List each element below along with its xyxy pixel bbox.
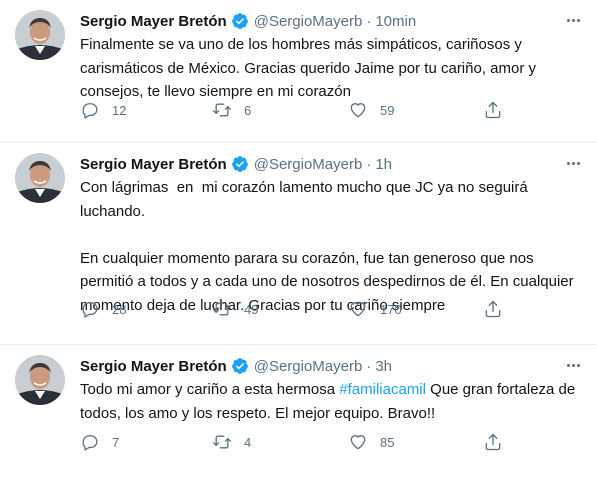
more-icon[interactable] (563, 12, 583, 28)
separator-dot: · (366, 12, 372, 30)
more-icon[interactable] (563, 357, 583, 373)
reply-button[interactable]: 7 (80, 432, 119, 452)
share-icon (485, 101, 501, 119)
share-icon (485, 300, 501, 318)
author-handle[interactable]: @SergioMayerb (254, 156, 363, 173)
reply-button[interactable]: 12 (80, 100, 126, 120)
reply-icon (82, 103, 98, 119)
heart-icon (350, 302, 366, 317)
tweet-text-part: Todo mi amor y cariño a esta hermosa (80, 381, 340, 398)
like-count: 59 (380, 102, 395, 118)
timestamp[interactable]: 10min (375, 13, 416, 30)
tweet-text: Con lágrimas en mi corazón lamento mucho… (80, 179, 574, 314)
tweet-feed: Sergio Mayer Bretón @SergioMayerb · 10mi… (0, 0, 597, 478)
retweet-button[interactable]: 6 (212, 100, 251, 120)
like-count: 85 (380, 434, 395, 450)
retweet-icon (213, 302, 231, 316)
tweet-header: Sergio Mayer Bretón @SergioMayerb · 3h (80, 355, 585, 377)
reply-button[interactable]: 28 (80, 299, 126, 319)
share-icon (485, 433, 501, 451)
tweet-text: Todo mi amor y cariño a esta hermosa #fa… (80, 378, 585, 425)
like-button[interactable]: 85 (348, 432, 394, 452)
hashtag-link[interactable]: #familiacamil (339, 381, 426, 398)
timestamp[interactable]: 1h (375, 156, 392, 173)
author-handle[interactable]: @SergioMayerb (254, 13, 363, 30)
author-name[interactable]: Sergio Mayer Bretón (80, 13, 227, 30)
like-count: 170 (380, 301, 402, 317)
retweet-icon (213, 435, 231, 449)
verified-badge-icon (231, 13, 248, 29)
share-button[interactable] (483, 299, 503, 319)
verified-badge-icon (231, 358, 248, 374)
separator-dot: · (366, 357, 372, 375)
retweet-button[interactable]: 4 (212, 432, 251, 452)
tweet[interactable]: Sergio Mayer Bretón @SergioMayerb · 1h C… (0, 143, 597, 345)
reply-count: 7 (112, 434, 120, 450)
reply-icon (82, 302, 98, 318)
retweet-icon (213, 103, 231, 117)
retweet-count: 6 (244, 102, 252, 118)
avatar[interactable] (15, 355, 65, 405)
like-button[interactable]: 59 (348, 100, 394, 120)
heart-icon (350, 103, 366, 118)
share-button[interactable] (483, 432, 503, 452)
avatar[interactable] (15, 10, 65, 60)
more-icon[interactable] (563, 155, 583, 171)
retweet-count: 4 (244, 434, 252, 450)
author-handle[interactable]: @SergioMayerb (254, 358, 363, 375)
avatar[interactable] (15, 153, 65, 203)
heart-icon (350, 435, 366, 450)
tweet[interactable]: Sergio Mayer Bretón @SergioMayerb · 3h T… (0, 345, 597, 478)
reply-icon (82, 435, 98, 451)
verified-badge-icon (231, 156, 248, 172)
retweet-count: 49 (244, 301, 259, 317)
timestamp[interactable]: 3h (375, 358, 392, 375)
tweet-text: Finalmente se va uno de los hombres más … (80, 36, 541, 100)
retweet-button[interactable]: 49 (212, 299, 258, 319)
reply-count: 28 (112, 301, 127, 317)
tweet[interactable]: Sergio Mayer Bretón @SergioMayerb · 10mi… (0, 0, 597, 143)
tweet-header: Sergio Mayer Bretón @SergioMayerb · 1h (80, 153, 585, 175)
author-name[interactable]: Sergio Mayer Bretón (80, 156, 227, 173)
separator-dot: · (366, 155, 372, 173)
share-button[interactable] (483, 100, 503, 120)
like-button[interactable]: 170 (348, 299, 402, 319)
author-name[interactable]: Sergio Mayer Bretón (80, 358, 227, 375)
reply-count: 12 (112, 102, 127, 118)
tweet-header: Sergio Mayer Bretón @SergioMayerb · 10mi… (80, 10, 585, 32)
